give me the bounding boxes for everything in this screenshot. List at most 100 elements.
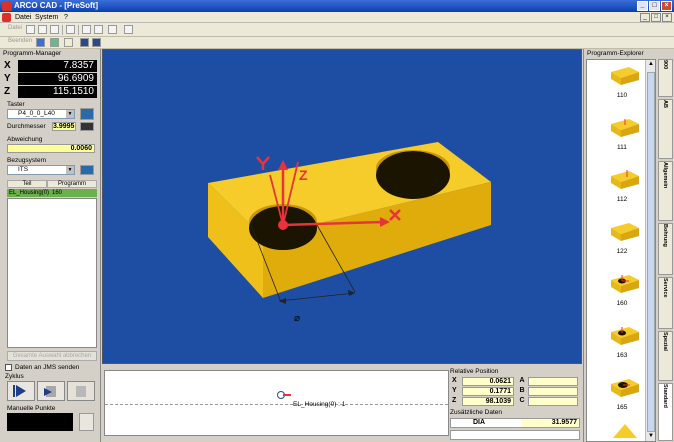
- relpos-c-axis: C: [519, 397, 525, 404]
- title-bar: ARCO CAD - [PreSoft] _ □ ×: [0, 0, 674, 12]
- cycle-run-button[interactable]: [7, 381, 35, 401]
- durchmesser-button[interactable]: [80, 122, 94, 131]
- relpos-row-z: Z 98.1039 C: [450, 397, 580, 406]
- tab-ab[interactable]: AB: [658, 99, 673, 159]
- manual-points-display: [7, 413, 73, 431]
- menu-system[interactable]: System: [35, 12, 58, 23]
- program-thumbnail-icon: [611, 327, 639, 345]
- taster-config-button[interactable]: [80, 108, 94, 120]
- part-list-area[interactable]: [7, 198, 97, 348]
- chevron-down-icon[interactable]: ▼: [66, 110, 74, 118]
- taster-select[interactable]: P4_0_0_L40 ▼: [7, 109, 75, 119]
- tab-spezial[interactable]: Spezial: [658, 331, 673, 381]
- print-icon[interactable]: [94, 25, 103, 34]
- cycle-step-button[interactable]: [37, 381, 65, 401]
- new-icon[interactable]: [26, 25, 35, 34]
- manuelle-label: Manuelle Punkte: [7, 405, 56, 412]
- cycle-stop-button[interactable]: [67, 381, 95, 401]
- program-explorer-panel: Programm-Explorer 110 111 112 122 160 16…: [583, 49, 674, 442]
- coord-z-value: 115.1510: [18, 86, 97, 98]
- scroll-down-icon[interactable]: ▼: [647, 433, 655, 441]
- tab-bohrung[interactable]: Bohrung: [658, 223, 673, 275]
- step-icon: [44, 386, 56, 397]
- grid-cell-programm: 160: [52, 190, 63, 196]
- coord-z-row: Z 115.1510: [4, 86, 97, 98]
- program-manager-title: Programm-Manager: [3, 50, 62, 57]
- program-manager-panel: Programm-Manager X 7.8357 Y 96.6909 Z 11…: [0, 49, 101, 442]
- tab-service[interactable]: Service: [658, 277, 673, 329]
- relpos-x-axis: X: [452, 377, 457, 384]
- tab-allgemein[interactable]: Allgemein: [658, 161, 673, 221]
- extra-data-value: 31.9577: [521, 419, 579, 427]
- tool-icon[interactable]: [92, 38, 101, 47]
- secondary-toolbar: Beenden: [0, 37, 674, 49]
- main-toolbar: Datei: [0, 23, 674, 37]
- toolbar-datei-label: Datei: [8, 25, 23, 31]
- diameter-symbol: ⌀: [294, 313, 300, 324]
- probe-icon[interactable]: [80, 38, 89, 47]
- program-explorer-list[interactable]: 110 111 112 122 160 163 165 ▲ ▼: [586, 59, 656, 442]
- relpos-y-axis: Y: [452, 387, 457, 394]
- relative-position-panel: Relative Position X 0.0621 A Y 0.1771 B …: [450, 368, 580, 440]
- relpos-a-value: [528, 377, 578, 386]
- grid-header-teil[interactable]: Teil: [7, 180, 47, 188]
- chevron-down-icon[interactable]: ▼: [66, 166, 74, 174]
- window-icon[interactable]: [36, 38, 45, 47]
- settings-icon[interactable]: [108, 25, 117, 34]
- relpos-x-value: 0.0621: [462, 377, 514, 386]
- calc-icon[interactable]: [50, 38, 59, 47]
- minimize-button[interactable]: _: [637, 1, 648, 11]
- relpos-y-value: 0.1771: [462, 387, 514, 396]
- relpos-b-value: [528, 387, 578, 396]
- list-item-partial[interactable]: [609, 422, 641, 441]
- trace-area[interactable]: EL_Housing(0) : 1: [104, 370, 449, 436]
- bezug-select[interactable]: ITS ▼: [7, 165, 75, 175]
- program-thumbnail-icon: [611, 170, 639, 189]
- maximize-button[interactable]: □: [649, 1, 660, 11]
- scroll-up-icon[interactable]: ▲: [647, 61, 655, 70]
- taster-value: P4_0_0_L40: [18, 110, 55, 117]
- program-thumbnail-icon: [611, 379, 639, 397]
- window-title: ARCO CAD - [PreSoft]: [14, 1, 98, 10]
- extra-data-empty-row: [450, 430, 580, 440]
- cancel-selection-button[interactable]: Gesamte Auswahl abbrechen: [7, 351, 97, 361]
- view-icon[interactable]: [124, 25, 133, 34]
- jms-label: Daten an JMS senden: [15, 364, 80, 371]
- table-row[interactable]: EL_Housing(0) 160: [7, 189, 97, 197]
- menu-help[interactable]: ?: [64, 12, 68, 23]
- explorer-scrollbar[interactable]: ▲ ▼: [645, 60, 655, 441]
- bezug-label: Bezugsystem: [7, 157, 47, 164]
- mdi-minimize-button[interactable]: _: [640, 13, 650, 22]
- open-icon[interactable]: [38, 25, 47, 34]
- mdi-restore-button[interactable]: □: [651, 13, 661, 22]
- edit-icon[interactable]: [64, 38, 73, 47]
- document-icon[interactable]: [2, 13, 11, 22]
- menu-datei[interactable]: Datei: [15, 12, 31, 23]
- coord-y-row: Y 96.6909: [4, 73, 97, 85]
- bezug-config-button[interactable]: [80, 165, 94, 175]
- program-thumbnail-icon: [613, 424, 637, 438]
- relpos-z-value: 98.1039: [462, 397, 514, 406]
- menu-bar: Datei System ? _ □ ×: [0, 12, 674, 23]
- relpos-z-axis: Z: [452, 397, 457, 404]
- tab-standard[interactable]: Standard: [658, 383, 673, 441]
- close-button[interactable]: ×: [661, 1, 672, 11]
- jms-checkbox[interactable]: [5, 364, 12, 371]
- scrollbar-thumb[interactable]: [647, 72, 655, 432]
- save-icon[interactable]: [50, 25, 59, 34]
- beenden-label[interactable]: Beenden: [8, 38, 32, 44]
- 3d-viewport[interactable]: Z ⌀: [102, 49, 582, 364]
- disk-icon[interactable]: [82, 25, 91, 34]
- zyklus-label: Zyklus: [5, 373, 24, 380]
- tab-900[interactable]: 900: [658, 59, 673, 97]
- relpos-row-y: Y 0.1771 B: [450, 387, 580, 396]
- play-icon: [13, 385, 26, 397]
- grid-header-programm[interactable]: Programm: [47, 180, 97, 188]
- mdi-close-button[interactable]: ×: [662, 13, 672, 22]
- extra-data-title: Zusätzliche Daten: [450, 409, 503, 416]
- bezug-value: ITS: [18, 166, 29, 173]
- run-icon[interactable]: [66, 25, 75, 34]
- relpos-c-value: [528, 397, 578, 406]
- manual-points-button[interactable]: [79, 413, 94, 431]
- grid-cell-teil: EL_Housing(0): [9, 190, 50, 196]
